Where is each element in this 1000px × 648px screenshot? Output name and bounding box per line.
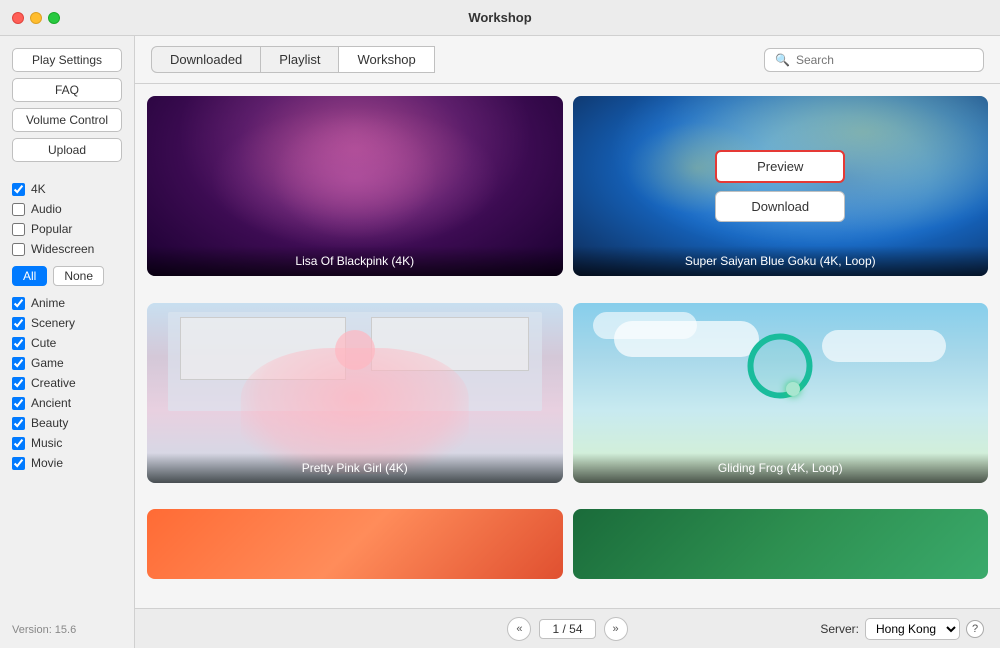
- content-area: Downloaded Playlist Workshop 🔍 Lisa Of B…: [135, 36, 1000, 648]
- server-section: Server: Hong Kong US East US West Europe…: [820, 618, 984, 640]
- checkbox-ancient-label: Ancient: [31, 396, 71, 410]
- traffic-lights: [12, 12, 60, 24]
- search-icon: 🔍: [775, 53, 790, 67]
- checkbox-movie[interactable]: Movie: [12, 456, 122, 470]
- tab-bar: Downloaded Playlist Workshop 🔍: [135, 36, 1000, 84]
- checkbox-cute[interactable]: Cute: [12, 336, 122, 350]
- checkbox-beauty[interactable]: Beauty: [12, 416, 122, 430]
- grid-item-sailor[interactable]: Pretty Pink Girl (4K): [147, 303, 563, 483]
- checkbox-movie-input[interactable]: [12, 457, 25, 470]
- grid-item-partial-right[interactable]: [573, 509, 989, 579]
- grid-item-frog[interactable]: Gliding Frog (4K, Loop): [573, 303, 989, 483]
- checkbox-ancient-input[interactable]: [12, 397, 25, 410]
- tab-downloaded[interactable]: Downloaded: [151, 46, 261, 73]
- checkbox-creative-input[interactable]: [12, 377, 25, 390]
- checkbox-music-label: Music: [31, 436, 62, 450]
- play-settings-button[interactable]: Play Settings: [12, 48, 122, 72]
- minimize-button[interactable]: [30, 12, 42, 24]
- server-select[interactable]: Hong Kong US East US West Europe Asia: [865, 618, 960, 640]
- tab-playlist[interactable]: Playlist: [261, 46, 339, 73]
- checkbox-movie-label: Movie: [31, 456, 63, 470]
- checkbox-music-input[interactable]: [12, 437, 25, 450]
- checkbox-game[interactable]: Game: [12, 356, 122, 370]
- grid-item-partial-left[interactable]: [147, 509, 563, 579]
- checkbox-4k-input[interactable]: [12, 183, 25, 196]
- checkbox-beauty-label: Beauty: [31, 416, 68, 430]
- checkbox-popular[interactable]: Popular: [12, 222, 122, 236]
- checkbox-audio-input[interactable]: [12, 203, 25, 216]
- checkbox-ancient[interactable]: Ancient: [12, 396, 122, 410]
- download-button-goku[interactable]: Download: [715, 191, 845, 222]
- search-box[interactable]: 🔍: [764, 48, 984, 72]
- faq-button[interactable]: FAQ: [12, 78, 122, 102]
- checkbox-creative-label: Creative: [31, 376, 76, 390]
- checkbox-widescreen[interactable]: Widescreen: [12, 242, 122, 256]
- filter-all-button[interactable]: All: [12, 266, 47, 286]
- wallpaper-grid: Lisa Of Blackpink (4K) Super Saiyan Blue…: [135, 84, 1000, 608]
- grid-item-goku[interactable]: Super Saiyan Blue Goku (4K, Loop) Previe…: [573, 96, 989, 276]
- item-label-sailor: Pretty Pink Girl (4K): [147, 453, 563, 483]
- volume-control-button[interactable]: Volume Control: [12, 108, 122, 132]
- checkbox-anime-input[interactable]: [12, 297, 25, 310]
- sidebar: Play Settings FAQ Volume Control Upload …: [0, 36, 135, 648]
- prev-page-button[interactable]: «: [507, 617, 531, 641]
- checkbox-creative[interactable]: Creative: [12, 376, 122, 390]
- checkbox-popular-label: Popular: [31, 222, 72, 236]
- server-label: Server:: [820, 622, 859, 636]
- checkbox-music[interactable]: Music: [12, 436, 122, 450]
- search-input[interactable]: [796, 53, 973, 67]
- pagination: « 1 / 54 »: [507, 617, 627, 641]
- checkbox-game-input[interactable]: [12, 357, 25, 370]
- tab-workshop[interactable]: Workshop: [339, 46, 434, 73]
- maximize-button[interactable]: [48, 12, 60, 24]
- checkbox-cute-input[interactable]: [12, 337, 25, 350]
- checkbox-widescreen-label: Widescreen: [31, 242, 94, 256]
- bottom-bar: « 1 / 54 » Server: Hong Kong US East US …: [135, 608, 1000, 648]
- checkbox-4k[interactable]: 4K: [12, 182, 122, 196]
- item-label-frog: Gliding Frog (4K, Loop): [573, 453, 989, 483]
- filter-row: All None: [12, 266, 122, 286]
- checkbox-4k-label: 4K: [31, 182, 46, 196]
- filter-none-button[interactable]: None: [53, 266, 104, 286]
- item-label-lisa: Lisa Of Blackpink (4K): [147, 246, 563, 276]
- next-page-button[interactable]: »: [604, 617, 628, 641]
- checkbox-scenery-label: Scenery: [31, 316, 75, 330]
- checkbox-anime[interactable]: Anime: [12, 296, 122, 310]
- checkbox-widescreen-input[interactable]: [12, 243, 25, 256]
- upload-button[interactable]: Upload: [12, 138, 122, 162]
- checkbox-game-label: Game: [31, 356, 64, 370]
- grid-item-lisa[interactable]: Lisa Of Blackpink (4K): [147, 96, 563, 276]
- preview-button-goku[interactable]: Preview: [715, 150, 845, 183]
- help-button[interactable]: ?: [966, 620, 984, 638]
- checkbox-popular-input[interactable]: [12, 223, 25, 236]
- close-button[interactable]: [12, 12, 24, 24]
- window-title: Workshop: [468, 10, 531, 25]
- goku-overlay: Preview Download: [573, 96, 989, 276]
- checkbox-cute-label: Cute: [31, 336, 56, 350]
- title-bar: Workshop: [0, 0, 1000, 36]
- checkbox-audio[interactable]: Audio: [12, 202, 122, 216]
- page-indicator: 1 / 54: [539, 619, 595, 639]
- main-container: Play Settings FAQ Volume Control Upload …: [0, 36, 1000, 648]
- checkbox-scenery[interactable]: Scenery: [12, 316, 122, 330]
- version-label: Version: 15.6: [12, 624, 122, 636]
- checkbox-anime-label: Anime: [31, 296, 65, 310]
- checkbox-scenery-input[interactable]: [12, 317, 25, 330]
- checkbox-beauty-input[interactable]: [12, 417, 25, 430]
- checkbox-audio-label: Audio: [31, 202, 62, 216]
